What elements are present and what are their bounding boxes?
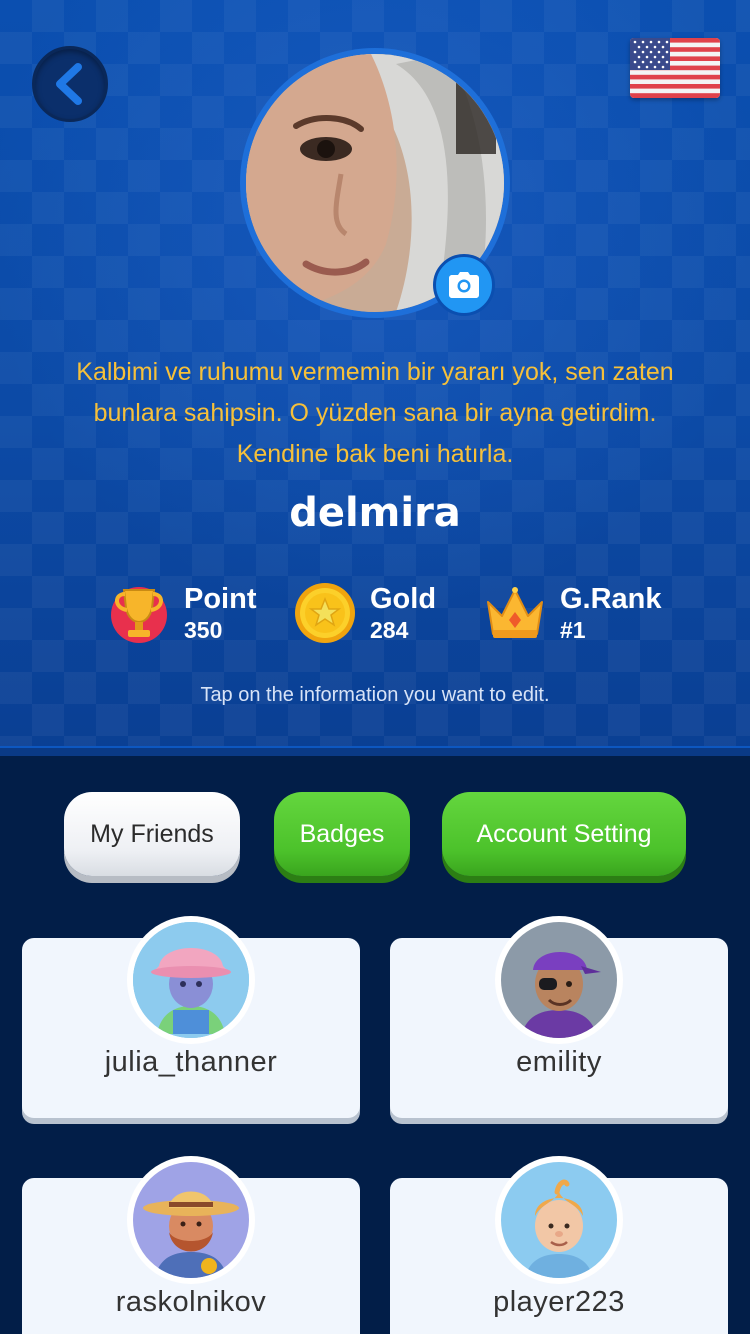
stat-value: 350 <box>184 616 223 643</box>
chevron-left-icon <box>56 63 82 105</box>
stat-gold: Gold 284 <box>294 580 436 646</box>
tab-account-setting[interactable]: Account Setting <box>442 792 686 876</box>
stat-label: Point <box>184 582 257 615</box>
bio-line: Kalbimi ve ruhumu vermemin bir yararı yo… <box>76 358 674 386</box>
avatar-straw-hat-icon <box>133 1162 249 1278</box>
camera-icon <box>449 272 479 298</box>
language-flag-button[interactable] <box>630 38 720 98</box>
friend-avatar[interactable] <box>495 916 623 1044</box>
stat-value: #1 <box>560 616 586 643</box>
tab-badges[interactable]: Badges <box>274 792 410 876</box>
gold-coin-icon <box>295 583 355 643</box>
bio-line: bunlara sahipsin. O yüzden sana bir ayna… <box>93 399 657 427</box>
username[interactable]: delmira <box>0 490 750 536</box>
trophy-icon <box>111 587 167 643</box>
profile-header: Kalbimi ve ruhumu vermemin bir yararı yo… <box>0 0 750 756</box>
bio-line: Kendine bak beni hatırla. <box>236 440 514 468</box>
avatar-pink-hat-icon <box>133 922 249 1038</box>
tab-my-friends[interactable]: My Friends <box>64 792 240 876</box>
stat-point: Point 350 <box>108 580 257 646</box>
friend-avatar[interactable] <box>127 1156 255 1284</box>
friend-name: player223 <box>493 1286 625 1318</box>
avatar-purple-cap-icon <box>501 922 617 1038</box>
friend-avatar[interactable] <box>127 916 255 1044</box>
change-photo-button[interactable] <box>433 254 495 316</box>
stat-label: Gold <box>370 582 437 615</box>
friend-avatar[interactable] <box>495 1156 623 1284</box>
friend-name: emility <box>516 1046 602 1078</box>
edit-hint: Tap on the information you want to edit. <box>200 684 550 706</box>
friend-name: raskolnikov <box>115 1286 267 1318</box>
avatar-blond-boy-icon <box>501 1162 617 1278</box>
stat-grank: G.Rank #1 <box>484 580 662 646</box>
back-button[interactable] <box>32 46 108 122</box>
friend-name: julia_thanner <box>104 1046 278 1078</box>
stat-value: 284 <box>370 616 409 643</box>
us-flag-icon <box>630 38 720 98</box>
crown-icon <box>487 587 543 638</box>
bio-text[interactable]: Kalbimi ve ruhumu vermemin bir yararı yo… <box>30 352 720 475</box>
stat-label: G.Rank <box>560 582 662 615</box>
